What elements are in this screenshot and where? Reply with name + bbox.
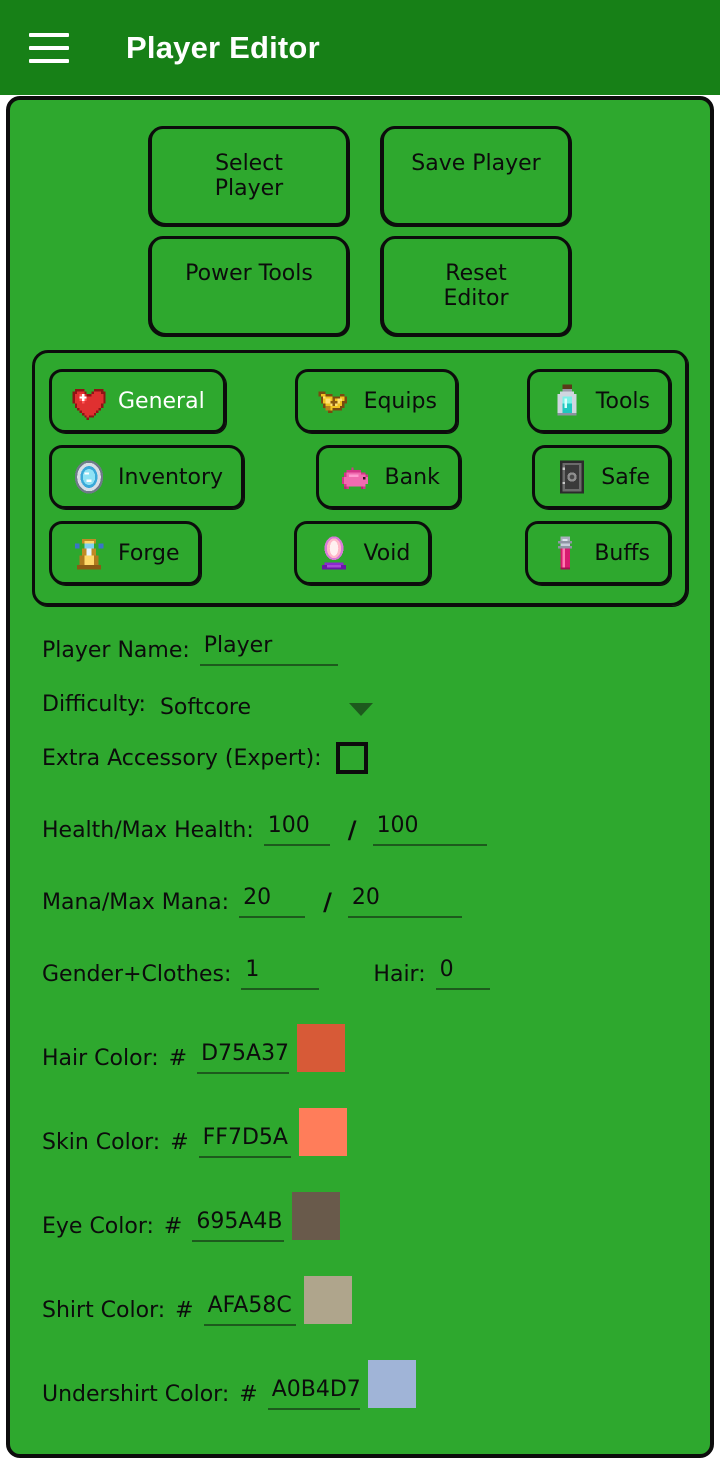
gender-clothes-input[interactable]: 1 bbox=[241, 956, 320, 990]
action-row-2: Power Tools Reset Editor bbox=[10, 236, 710, 336]
hash-symbol: # bbox=[175, 1298, 194, 1323]
difficulty-row: Difficulty: Softcore bbox=[42, 682, 678, 720]
tab-label: Equips bbox=[363, 388, 437, 414]
tab-safe[interactable]: Safe bbox=[532, 445, 671, 509]
skin-color-input[interactable]: FF7D5A bbox=[198, 1124, 291, 1158]
undershirt-color-input[interactable]: A0B4D7 bbox=[267, 1376, 361, 1410]
hair-label: Hair: bbox=[373, 962, 426, 987]
skin-color-label: Skin Color: bbox=[42, 1130, 161, 1155]
chevron-down-icon bbox=[349, 703, 373, 716]
crystal-icon bbox=[315, 534, 353, 572]
heart-icon bbox=[70, 382, 108, 420]
mana-row: Mana/Max Mana: 20 / 20 bbox=[42, 880, 678, 918]
health-label: Health/Max Health: bbox=[42, 818, 254, 843]
general-form: Player Name: Player Difficulty: Softcore… bbox=[10, 606, 710, 1410]
undershirt-color-row: Undershirt Color: # A0B4D7 bbox=[42, 1360, 678, 1410]
tab-label: General bbox=[118, 388, 205, 414]
gender-hair-row: Gender+Clothes: 1 Hair: 0 bbox=[42, 952, 678, 990]
top-action-buttons: Select Player Save Player Power Tools Re… bbox=[10, 100, 710, 336]
save-player-button[interactable]: Save Player bbox=[381, 126, 571, 226]
mana-input[interactable]: 20 bbox=[239, 884, 306, 918]
action-row-1: Select Player Save Player bbox=[10, 126, 710, 226]
extra-accessory-checkbox[interactable] bbox=[335, 742, 368, 774]
hair-color-input[interactable]: D75A37 bbox=[197, 1040, 290, 1074]
tab-tools[interactable]: Tools bbox=[526, 369, 671, 433]
hair-input[interactable]: 0 bbox=[435, 956, 490, 990]
shirt-color-label: Shirt Color: bbox=[42, 1298, 166, 1323]
tab-equips[interactable]: Equips bbox=[294, 369, 458, 433]
shirt-color-swatch[interactable] bbox=[303, 1276, 352, 1324]
helmet-icon bbox=[316, 382, 354, 420]
tab-inventory[interactable]: Inventory bbox=[49, 445, 245, 509]
potion-icon bbox=[546, 534, 584, 572]
eye-color-label: Eye Color: bbox=[42, 1214, 154, 1239]
forge-icon bbox=[70, 534, 108, 572]
app-bar: Player Editor bbox=[0, 0, 720, 95]
player-name-row: Player Name: Player bbox=[42, 628, 678, 666]
extra-accessory-row: Extra Accessory (Expert): bbox=[42, 736, 678, 774]
bottle-icon bbox=[548, 382, 586, 420]
hair-color-swatch[interactable] bbox=[297, 1024, 346, 1072]
tab-row-3: Forge Void Buffs bbox=[49, 521, 671, 585]
tab-label: Forge bbox=[118, 540, 180, 566]
tab-label: Inventory bbox=[118, 464, 224, 490]
tab-label: Buffs bbox=[594, 540, 650, 566]
reset-editor-button[interactable]: Reset Editor bbox=[381, 236, 571, 336]
hash-symbol: # bbox=[163, 1214, 183, 1239]
tab-row-1: General Equips Tools bbox=[49, 369, 671, 433]
undershirt-color-swatch[interactable] bbox=[367, 1360, 416, 1408]
tab-row-2: Inventory Bank Safe bbox=[49, 445, 671, 509]
hair-color-row: Hair Color: # D75A37 bbox=[42, 1024, 678, 1074]
tab-general[interactable]: General bbox=[49, 369, 226, 433]
eye-color-swatch[interactable] bbox=[292, 1192, 341, 1240]
tab-forge[interactable]: Forge bbox=[49, 521, 201, 585]
piggybank-icon bbox=[337, 458, 375, 496]
mana-separator: / bbox=[323, 888, 332, 916]
skin-color-row: Skin Color: # FF7D5A bbox=[42, 1108, 678, 1158]
undershirt-color-label: Undershirt Color: bbox=[42, 1382, 230, 1407]
vault-icon bbox=[553, 458, 591, 496]
difficulty-value: Softcore bbox=[159, 695, 251, 720]
hash-symbol: # bbox=[170, 1130, 189, 1155]
mana-label: Mana/Max Mana: bbox=[42, 890, 230, 915]
power-tools-button[interactable]: Power Tools bbox=[149, 236, 349, 336]
difficulty-label: Difficulty: bbox=[42, 692, 146, 717]
tab-bank[interactable]: Bank bbox=[315, 445, 461, 509]
hash-symbol: # bbox=[168, 1046, 188, 1071]
extra-accessory-label: Extra Accessory (Expert): bbox=[42, 746, 322, 771]
tab-void[interactable]: Void bbox=[294, 521, 432, 585]
app-screen: Player Editor Select Player Save Player … bbox=[0, 0, 720, 1466]
tab-label: Tools bbox=[595, 388, 650, 414]
tab-buffs[interactable]: Buffs bbox=[525, 521, 671, 585]
player-name-input[interactable]: Player bbox=[199, 632, 338, 666]
health-row: Health/Max Health: 100 / 100 bbox=[42, 808, 678, 846]
page-title: Player Editor bbox=[126, 29, 320, 65]
editor-card: Select Player Save Player Power Tools Re… bbox=[6, 96, 714, 1458]
shirt-color-input[interactable]: AFA58C bbox=[203, 1292, 296, 1326]
player-name-label: Player Name: bbox=[42, 638, 190, 663]
hamburger-menu-icon[interactable] bbox=[26, 25, 72, 71]
gender-clothes-label: Gender+Clothes: bbox=[42, 962, 232, 987]
skin-color-swatch[interactable] bbox=[298, 1108, 347, 1156]
tab-label: Safe bbox=[601, 464, 650, 490]
health-separator: / bbox=[347, 816, 357, 844]
eye-color-row: Eye Color: # 695A4B bbox=[42, 1192, 678, 1242]
health-input[interactable]: 100 bbox=[263, 812, 330, 846]
mirror-icon bbox=[70, 458, 108, 496]
eye-color-input[interactable]: 695A4B bbox=[192, 1208, 285, 1242]
tab-panel: General Equips Tools Inventory Bank Safe… bbox=[32, 350, 688, 606]
max-health-input[interactable]: 100 bbox=[372, 812, 487, 846]
difficulty-dropdown[interactable]: Softcore bbox=[160, 695, 373, 720]
tab-label: Void bbox=[363, 540, 411, 566]
tab-label: Bank bbox=[384, 464, 440, 490]
max-mana-input[interactable]: 20 bbox=[347, 884, 462, 918]
select-player-button[interactable]: Select Player bbox=[149, 126, 349, 226]
hash-symbol: # bbox=[239, 1382, 258, 1407]
hair-color-label: Hair Color: bbox=[42, 1046, 159, 1071]
shirt-color-row: Shirt Color: # AFA58C bbox=[42, 1276, 678, 1326]
